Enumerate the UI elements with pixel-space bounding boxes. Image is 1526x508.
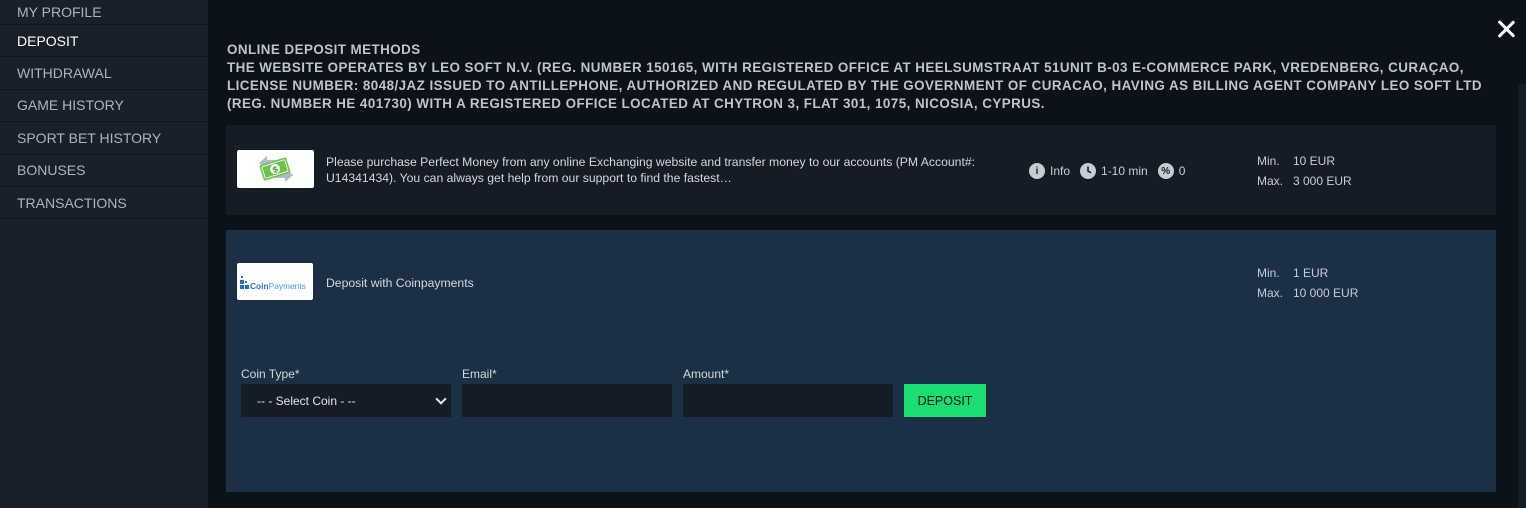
min-value: 1 EUR: [1293, 266, 1329, 280]
close-icon[interactable]: [1496, 19, 1516, 39]
clock-icon: [1080, 163, 1097, 179]
sidebar-item-deposit[interactable]: DEPOSIT: [0, 25, 208, 58]
fee: % 0: [1157, 163, 1185, 179]
sidebar-item-game-history[interactable]: GAME HISTORY: [0, 90, 208, 123]
coinpayments-logo: CoinPayments: [237, 263, 313, 300]
max-value: 10 000 EUR: [1293, 286, 1359, 300]
svg-text:CoinPayments: CoinPayments: [250, 281, 306, 291]
email-label: Email*: [462, 367, 497, 381]
min-label: Min.: [1257, 154, 1280, 168]
deposit-panel: ONLINE DEPOSIT METHODS THE WEBSITE OPERA…: [208, 0, 1526, 508]
deposit-form: Coin Type* -- - Select Coin - -- Email* …: [241, 367, 986, 417]
coin-type-selected: -- - Select Coin - --: [257, 393, 356, 408]
deposit-limits: Min. 1 EUR Max. 10 000 EUR: [1257, 263, 1358, 303]
sidebar-item-sport-bet-history[interactable]: SPORT BET HISTORY: [0, 122, 208, 155]
money-transfer-icon: $: [259, 156, 293, 182]
payment-method-coinpayments[interactable]: CoinPayments Deposit with Coinpayments M…: [226, 230, 1496, 492]
max-label: Max.: [1257, 286, 1284, 300]
coinpayments-logo-text: Coin: [250, 281, 269, 291]
processing-time: 1-10 min: [1080, 163, 1148, 179]
method-meta: i Info 1-10 min % 0: [1029, 163, 1195, 179]
sidebar-item-my-profile[interactable]: MY PROFILE: [0, 0, 208, 25]
method-description: Deposit with Coinpayments: [326, 276, 474, 290]
deposit-limits: Min. 10 EUR Max. 3 000 EUR: [1257, 151, 1352, 191]
min-label: Min.: [1257, 266, 1280, 280]
info-icon: i: [1029, 163, 1045, 179]
coin-type-field: Coin Type* -- - Select Coin - --: [241, 367, 451, 417]
deposit-button[interactable]: DEPOSIT: [904, 384, 986, 417]
max-value: 3 000 EUR: [1293, 174, 1352, 188]
percent-icon: %: [1157, 163, 1174, 179]
legal-notice: THE WEBSITE OPERATES BY LEO SOFT N.V. (R…: [227, 60, 1482, 111]
account-sidebar: MY PROFILE DEPOSIT WITHDRAWAL GAME HISTO…: [0, 0, 208, 508]
coin-type-label: Coin Type*: [241, 367, 300, 381]
info-link[interactable]: i Info: [1029, 163, 1070, 179]
payment-method-perfect-money[interactable]: $ Please purchase Perfect Money from any…: [226, 125, 1496, 215]
amount-label: Amount*: [683, 367, 730, 381]
amount-field-group: Amount*: [683, 367, 893, 417]
min-value: 10 EUR: [1293, 154, 1336, 168]
method-description: Please purchase Perfect Money from any o…: [326, 155, 975, 185]
scrollbar[interactable]: [1518, 84, 1526, 508]
page-title: ONLINE DEPOSIT METHODS: [227, 42, 421, 57]
max-label: Max.: [1257, 174, 1284, 188]
chevron-down-icon: [435, 392, 447, 405]
email-field[interactable]: [462, 384, 672, 417]
sidebar-item-bonuses[interactable]: BONUSES: [0, 155, 208, 187]
coin-type-select[interactable]: -- - Select Coin - --: [241, 384, 451, 417]
amount-field[interactable]: [683, 384, 893, 417]
sidebar-item-transactions[interactable]: TRANSACTIONS: [0, 187, 208, 220]
sidebar-item-withdrawal[interactable]: WITHDRAWAL: [0, 57, 208, 90]
perfect-money-logo: $: [237, 150, 314, 188]
page-heading: ONLINE DEPOSIT METHODS THE WEBSITE OPERA…: [227, 41, 1497, 113]
email-field-group: Email*: [462, 367, 672, 417]
